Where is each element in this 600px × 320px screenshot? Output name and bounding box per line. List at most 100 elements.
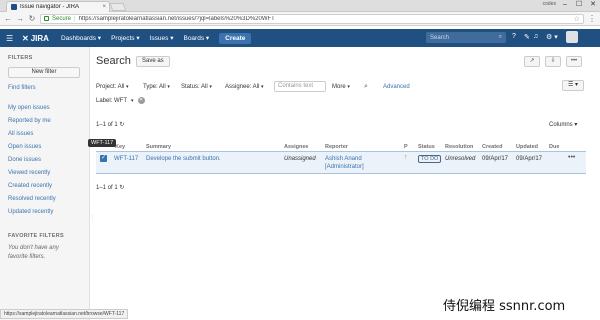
nav-issues[interactable]: Issues ▾ [150, 34, 174, 42]
project-filter-label: Project: All [96, 84, 125, 90]
project-filter[interactable]: Project: All ▾ [96, 84, 129, 90]
status-filter-label: Status: All [181, 84, 208, 90]
jira-favicon-icon [11, 4, 17, 10]
clear-filter-icon[interactable]: ✕ [137, 97, 145, 104]
nav-projects[interactable]: Projects ▾ [111, 34, 140, 42]
chevron-down-icon: ▾ [347, 84, 350, 90]
browser-menu-icon[interactable]: ⋮ [588, 14, 596, 23]
forward-icon[interactable]: → [16, 14, 24, 23]
url-separator: | [74, 15, 76, 22]
header-search-input[interactable]: Search ⌕ [426, 32, 506, 43]
filters-heading: FILTERS [8, 55, 33, 61]
issue-key-link[interactable]: WFT-117 [114, 156, 138, 162]
sidebar-item-all-issues[interactable]: All issues [8, 131, 33, 137]
favorite-empty-line-2: favorite filters. [8, 254, 46, 260]
columns-button[interactable]: Columns ▾ [549, 121, 577, 128]
nav-boards[interactable]: Boards ▾ [183, 34, 209, 42]
label-filter[interactable]: Label: WFT ▾ ✕ [96, 97, 145, 104]
column-header-key[interactable]: Key [115, 144, 125, 150]
column-header-priority[interactable]: P [404, 144, 408, 150]
save-as-button[interactable]: Save as [136, 56, 170, 67]
nav-dashboards[interactable]: Dashboards ▾ [61, 34, 101, 42]
column-header-summary[interactable]: Summary [146, 144, 171, 150]
jira-logo[interactable]: ✕ JIRA [22, 34, 49, 43]
column-header-assignee[interactable]: Assignee [284, 144, 308, 150]
issue-resolution: Unresolved [445, 156, 476, 162]
new-tab-button[interactable] [109, 3, 127, 11]
view-switcher-button[interactable]: ☰ ▾ [562, 80, 584, 91]
notification-icon[interactable]: ♫ [533, 33, 538, 40]
close-tab-icon[interactable]: × [102, 4, 109, 10]
sidebar-item-open-issues[interactable]: Open issues [8, 144, 41, 150]
export-icon[interactable]: ⇩ [545, 56, 561, 67]
issue-summary-link[interactable]: Develope the submit button. [146, 156, 221, 162]
minimize-icon[interactable]: – [558, 0, 572, 10]
advanced-search-link[interactable]: Advanced [383, 84, 410, 90]
lock-icon [44, 16, 49, 21]
feedback-icon[interactable]: ✎ [524, 33, 530, 41]
help-icon[interactable]: ? [512, 33, 516, 40]
refresh-icon[interactable]: ↻ [119, 122, 124, 128]
jira-logo-text: JIRA [30, 33, 49, 43]
column-header-updated[interactable]: Updated [516, 144, 538, 150]
issue-reporter-link[interactable]: Ashish Anand [325, 156, 362, 162]
issue-assignee: Unassigned [284, 156, 316, 162]
new-filter-button[interactable]: New filter [8, 67, 80, 78]
bookmark-star-icon[interactable]: ☆ [574, 15, 580, 23]
column-header-reporter[interactable]: Reporter [325, 144, 348, 150]
avatar[interactable] [566, 31, 578, 43]
results-count: 1–1 of 1 ↻ [96, 121, 124, 128]
more-filter[interactable]: More ▾ [332, 84, 350, 90]
search-icon[interactable]: ⌕ [364, 83, 368, 91]
priority-arrow-icon: ↑ [404, 154, 408, 161]
type-filter[interactable]: Type: All ▾ [143, 84, 170, 90]
url-input[interactable]: Secure | https://samplejiratolearnatlass… [40, 13, 584, 24]
issue-updated-date: 09/Apr/17 [516, 156, 543, 162]
address-bar-row: ← → ↻ Secure | https://samplejiratolearn… [0, 12, 600, 26]
sidebar-item-viewed-recently[interactable]: Viewed recently [8, 170, 50, 176]
contains-text-input[interactable]: Contains text [274, 81, 326, 92]
sidebar-item-created-recently[interactable]: Created recently [8, 183, 52, 189]
app-switcher-icon[interactable]: ☰ [6, 34, 16, 43]
chevron-down-icon: ▾ [261, 84, 264, 90]
back-icon[interactable]: ← [4, 14, 12, 23]
status-filter[interactable]: Status: All ▾ [181, 84, 212, 90]
chevron-down-icon: ▾ [126, 84, 129, 90]
header-search-placeholder: Search [430, 34, 450, 41]
window-controls: – ☐ ✕ [558, 0, 600, 10]
assignee-filter[interactable]: Assignee: All ▾ [225, 84, 264, 90]
page-title: Search [96, 55, 131, 67]
sidebar-item-done-issues[interactable]: Done issues [8, 157, 41, 163]
results-count-text: 1–1 of 1 [96, 122, 118, 128]
chevron-down-icon: ▾ [167, 84, 170, 90]
tools-more-icon[interactable]: ••• [566, 56, 582, 67]
issue-reporter-role[interactable]: [Administrator] [325, 164, 364, 170]
browser-tab-title: Issue navigator - JIRA [20, 4, 80, 10]
row-checkbox[interactable]: ✓ [100, 155, 107, 162]
share-icon[interactable]: ↗ [524, 56, 540, 67]
close-window-icon[interactable]: ✕ [586, 0, 600, 10]
column-header-status[interactable]: Status [418, 144, 435, 150]
sidebar-item-reported-by-me[interactable]: Reported by me [8, 118, 51, 124]
settings-icon[interactable]: ⚙ ▾ [546, 33, 558, 41]
create-button[interactable]: Create [219, 32, 252, 44]
maximize-icon[interactable]: ☐ [572, 0, 586, 10]
sidebar-item-updated-recently[interactable]: Updated recently [8, 209, 53, 215]
reload-icon[interactable]: ↻ [28, 14, 36, 23]
table-row[interactable] [96, 151, 586, 174]
browser-tab[interactable]: Issue navigator - JIRA × [6, 1, 110, 12]
sidebar-item-my-open-issues[interactable]: My open issues [8, 105, 50, 111]
browser-profile-badge[interactable]: codes [543, 0, 556, 9]
column-header-resolution[interactable]: Resolution [445, 144, 473, 150]
column-header-created[interactable]: Created [482, 144, 502, 150]
secure-label: Secure [52, 15, 72, 22]
column-header-due[interactable]: Due [549, 144, 559, 150]
assignee-filter-label: Assignee: All [225, 84, 260, 90]
refresh-icon[interactable]: ↻ [119, 185, 124, 191]
chevron-down-icon: ▾ [131, 97, 134, 104]
sidebar-item-resolved-recently[interactable]: Resolved recently [8, 196, 56, 202]
row-actions-icon[interactable]: ••• [568, 154, 575, 161]
find-filters-link[interactable]: Find filters [8, 85, 36, 91]
browser-status-url: https://samplejiratolearnatlassian.net/b… [0, 309, 129, 319]
sidebar-resize-handle[interactable]: ⋮ [90, 215, 95, 221]
